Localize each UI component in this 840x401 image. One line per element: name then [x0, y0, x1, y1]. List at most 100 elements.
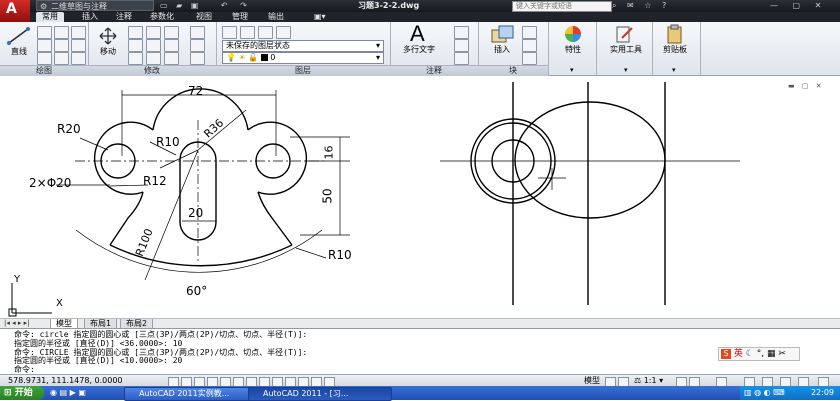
- region-icon[interactable]: [71, 39, 86, 52]
- panel-block[interactable]: 块: [478, 65, 548, 76]
- binoculars-icon[interactable]: ⌕: [612, 1, 616, 10]
- workspace-switcher[interactable]: ⚙ 二维草图与注释: [36, 0, 154, 11]
- properties-icon[interactable]: [562, 24, 584, 44]
- rotate-icon[interactable]: [128, 26, 143, 39]
- panel-modify[interactable]: 修改: [88, 65, 216, 76]
- chevron-down-icon[interactable]: ▾: [624, 66, 628, 74]
- communication-center-icon[interactable]: ✉: [627, 1, 634, 10]
- drawing-svg: [8, 82, 740, 317]
- autocad-logo-button[interactable]: A: [0, 0, 30, 22]
- ime-toolbar[interactable]: S 英 ☾ °, ▦ ✂: [718, 347, 800, 361]
- panel-draw[interactable]: 绘图: [0, 65, 88, 76]
- linear-dimension-icon[interactable]: [454, 26, 469, 39]
- save-icon[interactable]: ▣: [191, 1, 199, 10]
- start-button[interactable]: ⊞ 开始: [0, 386, 44, 400]
- table-icon[interactable]: [454, 52, 469, 65]
- new-file-icon[interactable]: ▭: [160, 1, 168, 10]
- logo-letter: A: [6, 1, 17, 17]
- panel-annotation[interactable]: 注释: [390, 65, 478, 76]
- insert-block-icon[interactable]: [490, 24, 516, 44]
- minimize-icon[interactable]: —: [770, 1, 778, 10]
- chevron-down-icon: ▾: [375, 41, 380, 50]
- layer-isolate-icon[interactable]: [276, 26, 291, 39]
- scale-icon[interactable]: [146, 52, 161, 65]
- command-history-line: 指定圆的半径或 [直径(D)] <36.0000>: 10: [14, 339, 183, 348]
- chevron-down-icon: ▾: [375, 53, 380, 62]
- task-autocad-main[interactable]: AutoCAD 2011 - [习...: [248, 387, 392, 401]
- command-history-line: 命令: circle 指定圆的圆心或 [三点(3P)/两点(2P)/切点、切点、…: [14, 330, 308, 339]
- desktop-icon[interactable]: ▣: [78, 388, 86, 397]
- edit-block-icon[interactable]: [522, 39, 537, 52]
- tab-output[interactable]: 输出: [262, 12, 290, 22]
- erase-icon[interactable]: [190, 26, 205, 39]
- hatch-icon[interactable]: [54, 39, 69, 52]
- create-block-icon[interactable]: [522, 26, 537, 39]
- ribbon-toggle-icon[interactable]: ▣▾: [308, 12, 332, 22]
- command-input[interactable]: 命令:: [14, 366, 35, 374]
- polyline-icon[interactable]: [37, 26, 52, 39]
- layer-off-icon[interactable]: [258, 26, 273, 39]
- leader-icon[interactable]: [454, 39, 469, 52]
- ellipse-icon[interactable]: [54, 52, 69, 65]
- tab-home[interactable]: 常用: [36, 12, 64, 22]
- tab-view[interactable]: 视图: [190, 12, 218, 22]
- layout-tab-bar: |◂ ◂ ▸ ▸| 模型 布局1 布局2: [0, 318, 840, 329]
- trim-icon[interactable]: [146, 26, 161, 39]
- tab-manage[interactable]: 管理: [226, 12, 254, 22]
- tab-insert[interactable]: 插入: [76, 12, 104, 22]
- array-icon[interactable]: [164, 39, 179, 52]
- layer-state-icon[interactable]: [240, 26, 255, 39]
- media-icon[interactable]: ▶: [70, 388, 76, 397]
- move-tool-icon[interactable]: [96, 26, 120, 46]
- arc-icon[interactable]: [37, 52, 52, 65]
- line-tool-label: 直线: [11, 47, 27, 56]
- tab-parametric[interactable]: 参数化: [144, 12, 180, 22]
- rectangle-icon[interactable]: [54, 26, 69, 39]
- favorites-icon[interactable]: ☆: [644, 1, 651, 10]
- close-icon[interactable]: ✕: [815, 1, 822, 10]
- line-tool-icon[interactable]: [6, 26, 32, 46]
- chevron-down-icon[interactable]: ▾: [570, 66, 574, 74]
- punctuation-icon: °,: [756, 349, 765, 359]
- mirror-icon[interactable]: [128, 39, 143, 52]
- multiline-text-icon[interactable]: A: [410, 22, 425, 46]
- clipboard-icon[interactable]: [664, 24, 686, 44]
- explode-icon[interactable]: [190, 39, 205, 52]
- panel-layers[interactable]: 图层: [216, 65, 390, 76]
- browser-icon[interactable]: ◉: [50, 388, 57, 397]
- security-icon[interactable]: ◍: [754, 388, 761, 397]
- utilities-icon[interactable]: [614, 24, 636, 44]
- offset-icon[interactable]: [164, 52, 179, 65]
- fillet-icon[interactable]: [146, 39, 161, 52]
- tab-annotate[interactable]: 注释: [110, 12, 138, 22]
- boundary-icon[interactable]: [71, 52, 86, 65]
- command-window[interactable]: 命令: circle 指定圆的圆心或 [三点(3P)/两点(2P)/切点、切点、…: [0, 328, 840, 375]
- network-icon[interactable]: ▥: [744, 388, 752, 397]
- dim-text: 72: [188, 84, 204, 98]
- layer-dropdown[interactable]: 💡 ☀ 🔓 0 ▾: [222, 52, 384, 64]
- dim-text: 50: [320, 188, 335, 204]
- block-attribute-icon[interactable]: [522, 52, 537, 65]
- redo-icon[interactable]: ↷: [240, 1, 247, 10]
- layout-nav-arrows[interactable]: |◂ ◂ ▸ ▸|: [4, 319, 29, 328]
- panel-separator: [596, 22, 597, 75]
- task-autocad-tutorial[interactable]: AutoCAD 2011实例教...: [124, 387, 256, 401]
- stretch-icon[interactable]: [128, 52, 143, 65]
- layer-properties-icon[interactable]: [222, 26, 237, 39]
- drawing-canvas[interactable]: ▬ ▢ ✕ 72 R20 R10 R36 16 2×Φ20 R12 50 20 …: [0, 76, 840, 318]
- ime-tray-icon[interactable]: ⌨: [773, 388, 785, 397]
- volume-icon[interactable]: ◐: [764, 388, 771, 397]
- copy-icon[interactable]: [164, 26, 179, 39]
- circle-icon[interactable]: [37, 39, 52, 52]
- undo-icon[interactable]: ↶: [221, 1, 228, 10]
- extend-icon[interactable]: [190, 52, 205, 65]
- search-input[interactable]: 键入关键字或短语: [512, 1, 612, 12]
- layer-state-dropdown[interactable]: 未保存的图层状态 ▾: [222, 40, 384, 52]
- open-file-icon[interactable]: ▰: [176, 1, 182, 10]
- explorer-icon[interactable]: ▤: [60, 388, 68, 397]
- help-icon[interactable]: ?: [662, 1, 666, 10]
- chevron-down-icon[interactable]: ▾: [672, 66, 676, 74]
- restore-icon[interactable]: ▢: [793, 1, 801, 10]
- draw-more-icon[interactable]: [71, 26, 86, 39]
- dim-text: R20: [57, 122, 81, 136]
